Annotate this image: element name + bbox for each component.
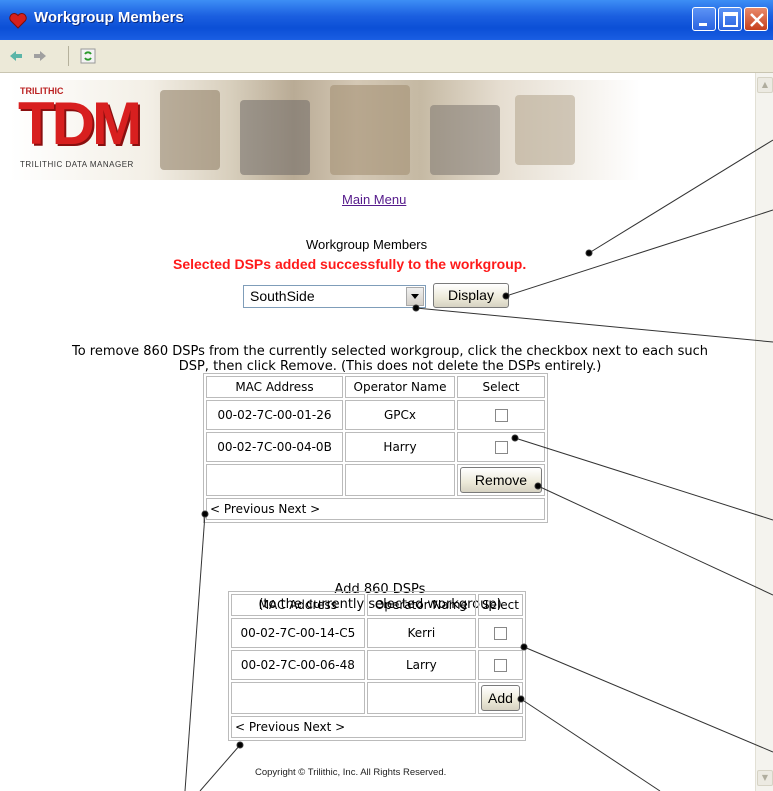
callout-line [184,513,206,791]
maximize-icon [723,12,738,27]
mac-address-cell: 00-02-7C-00-06-48 [231,650,365,680]
table-row: 00-02-7C-00-06-48 Larry [231,650,523,680]
column-header: Operator Name [366,594,476,616]
workgroup-select-value: SouthSide [250,288,315,304]
callout-line [415,307,773,343]
maximize-button[interactable] [718,7,742,31]
toolbar [0,40,773,73]
logo-subtitle: TRILITHIC DATA MANAGER [20,160,134,169]
heart-app-icon [9,13,27,29]
column-header: MAC Address [206,376,343,398]
remove-table: MAC Address Operator Name Select 00-02-7… [203,373,548,523]
main-menu-link[interactable]: Main Menu [342,192,406,207]
select-checkbox[interactable] [493,659,507,672]
scroll-up-icon[interactable]: ▲ [757,77,773,93]
minimize-button[interactable] [692,7,716,31]
select-checkbox[interactable] [494,441,508,454]
column-header: Select [477,594,523,616]
forward-arrow-icon[interactable] [32,48,48,64]
table-row: 00-02-7C-00-04-0B Harry [206,432,545,462]
chevron-down-icon[interactable] [406,287,424,306]
title-bar[interactable]: Workgroup Members [0,0,773,40]
remove-instructions: To remove 860 DSPs from the currently se… [20,344,760,374]
select-checkbox[interactable] [493,627,507,640]
table-row: 00-02-7C-00-01-26 GPCx [206,400,545,430]
operator-name-cell: Harry [345,432,455,462]
close-button[interactable] [744,7,768,31]
table-row: 00-02-7C-00-14-C5 Kerri [231,618,523,648]
add-pager[interactable]: < Previous Next > [235,720,345,734]
window-title: Workgroup Members [34,9,184,26]
callout-line [537,485,773,596]
success-message: Selected DSPs added successfully to the … [173,256,527,272]
callout-line [523,646,773,753]
refresh-icon[interactable] [80,48,96,64]
workgroup-select[interactable]: SouthSide [243,285,426,308]
vertical-scrollbar[interactable]: ▲ ▼ [755,73,773,791]
remove-instruction-line: DSP, then click Remove. (This does not d… [178,359,602,374]
remove-pager[interactable]: < Previous Next > [210,502,320,516]
copyright-text: Copyright © Trilithic, Inc. All Rights R… [255,767,447,778]
toolbar-divider [68,46,69,66]
mac-address-cell: 00-02-7C-00-14-C5 [231,618,365,648]
operator-name-cell: Kerri [366,618,476,648]
display-button[interactable]: Display [433,283,509,308]
column-header: Operator Name [345,376,455,398]
mac-address-cell: 00-02-7C-00-04-0B [206,432,343,462]
back-arrow-icon[interactable] [8,48,24,64]
remove-button[interactable]: Remove [460,467,542,493]
callout-line [520,698,661,791]
logo: TDM [18,90,142,157]
select-checkbox[interactable] [494,409,508,422]
column-header: MAC Address [231,594,365,616]
add-table: MAC Address Operator Name Select 00-02-7… [228,591,526,741]
callout-line [199,744,241,791]
close-icon [750,13,764,27]
callout-line [514,437,773,521]
mac-address-cell: 00-02-7C-00-01-26 [206,400,343,430]
operator-name-cell: Larry [366,650,476,680]
callout-line [505,209,773,297]
add-button[interactable]: Add [480,685,520,711]
operator-name-cell: GPCx [345,400,455,430]
page-title: Workgroup Members [306,237,428,252]
callout-dot [585,249,593,257]
callout-dot [236,741,244,749]
column-header: Select [457,376,545,398]
scroll-down-icon[interactable]: ▼ [757,770,773,786]
minimize-icon [699,23,707,26]
remove-instruction-line: To remove 860 DSPs from the currently se… [71,344,709,359]
